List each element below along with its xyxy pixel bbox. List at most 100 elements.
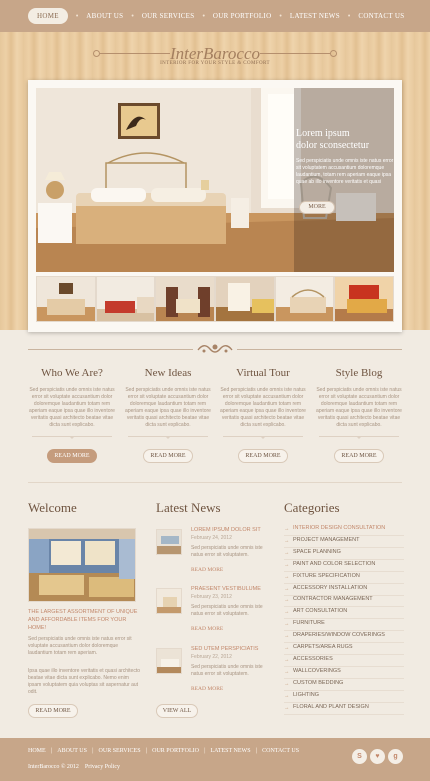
news-title[interactable]: PRAESENT VESTIBULUME <box>191 586 261 592</box>
category-label[interactable]: WALLCOVERINGS <box>293 668 341 674</box>
footer-nav-our-portfolio[interactable]: OUR PORTFOLIO <box>152 748 199 754</box>
read-more-button[interactable]: READ MORE <box>28 704 78 718</box>
category-label[interactable]: PAINT AND COLOR SELECTION <box>293 561 375 567</box>
category-item[interactable]: → DRAPERIES/WINDOW COVERINGS <box>284 631 404 644</box>
thumbnail-image[interactable] <box>36 276 96 322</box>
thumbnail-image[interactable] <box>155 276 216 322</box>
slide-caption-text: Sed perspiciatis unde omnis iste natus e… <box>296 158 394 185</box>
news-thumbnail[interactable] <box>156 648 182 674</box>
news-thumbnail[interactable] <box>156 529 182 555</box>
category-item[interactable]: → PAINT AND COLOR SELECTION <box>284 560 404 572</box>
nav-separator: • <box>75 12 79 20</box>
news-title[interactable]: SED UTEM PERSPICIATIS <box>191 646 258 652</box>
welcome-text: Ipsa quae illo inventore veritatis et qu… <box>28 668 141 695</box>
category-item[interactable]: → CARPETS/AREA RUGS <box>284 643 404 655</box>
arrow-right-icon: → <box>284 585 290 592</box>
arrow-right-icon: → <box>284 621 290 628</box>
category-label[interactable]: ART CONSULTATION <box>293 608 347 614</box>
category-item[interactable]: → ACCESSORIES <box>284 655 404 667</box>
nav-item-our-portfolio[interactable]: OUR PORTFOLIO <box>213 12 272 20</box>
arrow-right-icon: → <box>284 609 290 616</box>
feature-title: New Ideas <box>144 367 192 379</box>
slide-caption-title: Lorem ipsum <box>296 128 350 139</box>
category-item[interactable]: → PROJECT MANAGEMENT <box>284 536 404 548</box>
news-thumbnail[interactable] <box>156 588 182 614</box>
category-label[interactable]: ACCESSORIES <box>293 656 333 662</box>
nav-item-contact-us[interactable]: CONTACT US <box>358 12 404 20</box>
footer-nav-separator: | <box>91 748 94 754</box>
category-item[interactable]: → FIXTURE SPECIFICATION <box>284 572 404 584</box>
category-item[interactable]: → FURNITURE <box>284 619 404 632</box>
footer-nav-separator: | <box>255 748 258 754</box>
news-read-more-link[interactable]: READ MORE <box>191 686 223 692</box>
category-item[interactable]: → INTERIOR DESIGN CONSULTATION <box>284 524 404 536</box>
news-item: LOREM IPSUM DOLOR SIT February 24, 2012 … <box>156 527 264 577</box>
welcome-headline[interactable]: THE LARGEST ASSORTMENT OF UNIQUE AND AFF… <box>28 608 140 632</box>
category-item[interactable]: → CUSTOM BEDDING <box>284 679 404 691</box>
slide-more-button[interactable]: MORE <box>299 201 335 214</box>
feature-who-we-are: Who We Are? Sed perspiciatis unde omnis … <box>26 367 118 439</box>
top-navigation: HOME • ABOUT US • OUR SERVICES • OUR POR… <box>0 0 430 32</box>
thumbnail-image[interactable] <box>95 276 156 322</box>
category-label[interactable]: FLORAL AND PLANT DESIGN <box>293 704 369 710</box>
read-more-button[interactable]: READ MORE <box>334 449 384 463</box>
copyright-text: InterBarocco © 2012 <box>28 764 79 770</box>
news-text: Sed perspiciatis unde omnis iste natus e… <box>191 664 263 677</box>
read-more-button[interactable]: READ MORE <box>47 449 97 463</box>
news-title[interactable]: LOREM IPSUM DOLOR SIT <box>191 527 261 533</box>
latest-news-title: Latest News <box>156 500 221 515</box>
news-date: February 24, 2012 <box>191 535 232 541</box>
google-plus-icon[interactable]: g <box>388 749 403 764</box>
nav-item-about-us[interactable]: ABOUT US <box>86 12 123 20</box>
category-item[interactable]: → ACCESSORY INSTALLATION <box>284 584 404 596</box>
arrow-right-icon: → <box>284 633 290 640</box>
thumbnail-image[interactable] <box>215 276 275 322</box>
category-item[interactable]: → FLORAL AND PLANT DESIGN <box>284 703 404 715</box>
feature-text: Sed perspiciatis unde omnis iste natus e… <box>220 387 306 428</box>
category-label[interactable]: CUSTOM BEDDING <box>293 680 343 686</box>
read-more-button[interactable]: READ MORE <box>238 449 288 463</box>
thumbnail-image[interactable] <box>334 276 395 322</box>
welcome-text: Sed perspiciatis unde omnis iste natus e… <box>28 636 132 656</box>
footer-nav-contact-us[interactable]: CONTACT US <box>262 748 299 754</box>
arrow-right-icon: → <box>284 692 290 699</box>
category-item[interactable]: → CONTRACTOR MANAGEMENT <box>284 595 404 608</box>
category-label[interactable]: ACCESSORY INSTALLATION <box>293 585 367 591</box>
category-label[interactable]: PROJECT MANAGEMENT <box>293 537 360 543</box>
feature-text: Sed perspiciatis unde omnis iste natus e… <box>316 387 402 428</box>
thumbnail-image[interactable] <box>274 276 335 322</box>
category-item[interactable]: → WALLCOVERINGS <box>284 667 404 679</box>
nav-item-latest-news[interactable]: LATEST NEWS <box>290 12 340 20</box>
footer-nav-latest-news[interactable]: LATEST NEWS <box>211 748 251 754</box>
category-label[interactable]: DRAPERIES/WINDOW COVERINGS <box>293 632 385 638</box>
category-item[interactable]: → ART CONSULTATION <box>284 607 404 620</box>
category-item[interactable]: → LIGHTING <box>284 691 404 703</box>
skype-icon[interactable]: S <box>352 749 367 764</box>
footer-nav-about-us[interactable]: ABOUT US <box>57 748 87 754</box>
category-label[interactable]: FURNITURE <box>293 620 325 626</box>
feature-new-ideas: New Ideas Sed perspiciatis unde omnis is… <box>122 367 214 439</box>
footer-nav-separator: | <box>145 748 148 754</box>
privacy-policy-link[interactable]: Privacy Policy <box>85 764 120 770</box>
footer-nav-separator: | <box>203 748 206 754</box>
feature-title: Who We Are? <box>41 367 103 379</box>
category-label[interactable]: LIGHTING <box>293 692 319 698</box>
view-all-button[interactable]: VIEW ALL <box>156 704 198 718</box>
footer-nav-home[interactable]: HOME <box>28 748 46 754</box>
nav-separator: • <box>279 12 282 20</box>
news-read-more-link[interactable]: READ MORE <box>191 567 223 573</box>
nav-separator: • <box>202 12 205 20</box>
category-label[interactable]: CONTRACTOR MANAGEMENT <box>293 596 373 602</box>
news-read-more-link[interactable]: READ MORE <box>191 626 223 632</box>
category-item[interactable]: → SPACE PLANNING <box>284 548 404 560</box>
category-label[interactable]: INTERIOR DESIGN CONSULTATION <box>293 525 385 531</box>
category-label[interactable]: SPACE PLANNING <box>293 549 341 555</box>
read-more-button[interactable]: READ MORE <box>143 449 193 463</box>
category-label[interactable]: FIXTURE SPECIFICATION <box>293 573 360 579</box>
footer-nav-our-services[interactable]: OUR SERVICES <box>99 748 141 754</box>
heart-icon[interactable]: ♥ <box>370 749 385 764</box>
nav-item-our-services[interactable]: OUR SERVICES <box>142 12 195 20</box>
category-label[interactable]: CARPETS/AREA RUGS <box>293 644 353 650</box>
arrow-right-icon: → <box>284 645 290 651</box>
nav-item-home[interactable]: HOME <box>28 8 68 24</box>
